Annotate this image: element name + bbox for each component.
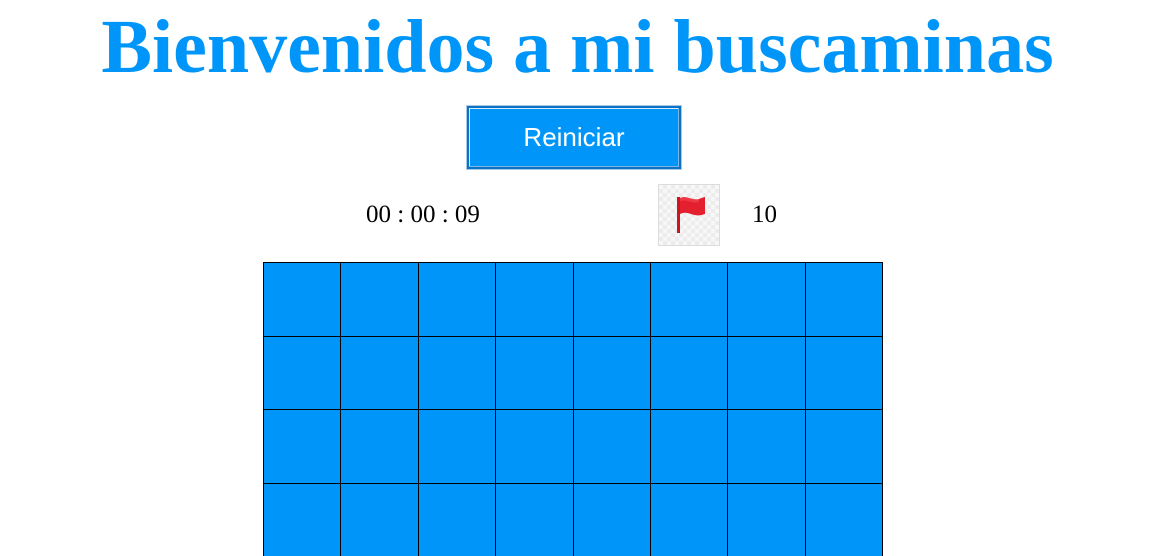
- board-cell[interactable]: [264, 336, 342, 410]
- board-cell[interactable]: [728, 483, 806, 556]
- board-cell[interactable]: [805, 410, 883, 484]
- board-cell[interactable]: [573, 410, 651, 484]
- board-cell[interactable]: [496, 263, 574, 337]
- board-cell[interactable]: [573, 483, 651, 556]
- board-cell[interactable]: [418, 263, 497, 337]
- game-timer: 00 : 00 : 09: [366, 201, 480, 228]
- board-cell[interactable]: [805, 483, 883, 556]
- board-cell[interactable]: [496, 410, 574, 484]
- minesweeper-board: [263, 262, 883, 556]
- flag-icon: [658, 184, 720, 246]
- board-cell[interactable]: [650, 336, 729, 410]
- board-cell[interactable]: [418, 336, 497, 410]
- board-cell[interactable]: [805, 263, 883, 337]
- board-cell[interactable]: [805, 336, 883, 410]
- board-cell[interactable]: [496, 483, 574, 556]
- board-cell[interactable]: [728, 263, 806, 337]
- board-cell[interactable]: [341, 410, 419, 484]
- board-cell[interactable]: [341, 483, 419, 556]
- board-cell[interactable]: [264, 483, 342, 556]
- board-cell[interactable]: [264, 263, 342, 337]
- board-cell[interactable]: [341, 263, 419, 337]
- page-title: Bienvenidos a mi buscaminas: [101, 5, 1054, 89]
- board-cell[interactable]: [418, 483, 497, 556]
- board-cell[interactable]: [264, 410, 342, 484]
- board-cell[interactable]: [418, 410, 497, 484]
- restart-button[interactable]: Reiniciar: [466, 105, 682, 170]
- board-cell[interactable]: [728, 410, 806, 484]
- board-cell[interactable]: [573, 336, 651, 410]
- flag-icon-graphic: [677, 197, 705, 233]
- board-cell[interactable]: [650, 410, 729, 484]
- board-cell[interactable]: [496, 336, 574, 410]
- board-cell[interactable]: [573, 263, 651, 337]
- flag-counter: 10: [752, 201, 777, 228]
- board-cell[interactable]: [341, 336, 419, 410]
- board-cell[interactable]: [728, 336, 806, 410]
- board-cell[interactable]: [650, 263, 729, 337]
- board-cell[interactable]: [650, 483, 729, 556]
